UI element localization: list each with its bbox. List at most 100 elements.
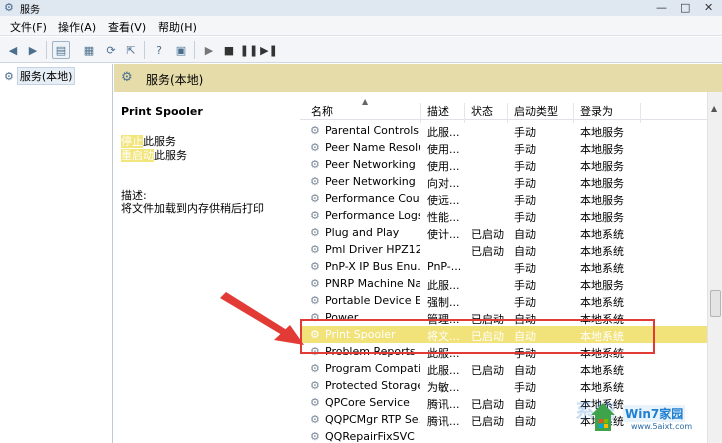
service-startup-type-cell: 自动 (514, 228, 536, 241)
service-startup-type-cell: 手动 (514, 381, 536, 394)
service-row[interactable]: ⚙ Problem Reports a... 此服... 手动 本地系统 (300, 343, 707, 360)
gear-icon: ⚙ (310, 158, 320, 171)
service-row[interactable]: ⚙ PNRP Machine Na... 此服... 手动 本地服务 (300, 275, 707, 292)
service-logon-cell: 本地服务 (580, 279, 624, 292)
forward-icon[interactable]: ▶ (24, 41, 42, 59)
column-header-status[interactable]: 状态 (471, 103, 493, 119)
service-row[interactable]: ⚙ Performance Logs... 性能... 手动 本地服务 (300, 207, 707, 224)
export-icon[interactable]: ⇱ (122, 41, 140, 59)
service-name-cell: Peer Networking I... (325, 175, 420, 188)
service-logon-cell: 本地系统 (580, 296, 624, 309)
show-tree-icon[interactable]: ▤ (52, 41, 70, 59)
service-description-cell: 为敏... (427, 381, 460, 394)
minimize-button[interactable]: — (656, 1, 667, 14)
maximize-button[interactable]: □ (680, 1, 690, 14)
close-button[interactable]: ✕ (704, 1, 713, 14)
service-startup-type-cell: 自动 (514, 313, 536, 326)
service-row[interactable]: ⚙ Pml Driver HPZ12 已启动 自动 本地系统 (300, 241, 707, 258)
service-logon-cell: 本地系统 (580, 330, 624, 343)
refresh-icon[interactable]: ⟳ (102, 41, 120, 59)
menu-view[interactable]: 查看(V) (108, 19, 146, 35)
service-logon-cell: 本地服务 (580, 160, 624, 173)
service-description-cell: 使计... (427, 228, 460, 241)
gear-icon: ⚙ (121, 70, 133, 85)
scrollbar-thumb[interactable] (710, 290, 721, 317)
service-startup-type-cell: 手动 (514, 143, 536, 156)
service-startup-type-cell: 手动 (514, 160, 536, 173)
service-startup-type-cell: 手动 (514, 177, 536, 190)
column-divider[interactable] (420, 103, 421, 123)
service-description-cell: 向对... (427, 177, 460, 190)
sort-ascending-icon: ▲ (362, 97, 369, 106)
service-description-cell: 将文... (427, 330, 460, 343)
tree-node-label: 服务(本地) (16, 67, 76, 85)
column-header-row: ▲ 名称 描述 状态 启动类型 登录为 (300, 97, 707, 123)
column-divider[interactable] (573, 103, 574, 123)
gear-icon: ⚙ (310, 226, 320, 239)
console-icon[interactable]: ▣ (172, 41, 190, 59)
pause-icon[interactable]: ❚❚ (240, 41, 258, 59)
watermark: 系统 Win7家园 www.5aixt.com (575, 397, 722, 443)
service-name-cell: Plug and Play (325, 226, 400, 239)
service-row[interactable]: ⚙ PnP-X IP Bus Enu... PnP-... 手动 本地系统 (300, 258, 707, 275)
menu-action[interactable]: 操作(A) (58, 19, 96, 35)
gear-icon: ⚙ (310, 141, 320, 154)
service-name-cell: Parental Controls (325, 124, 419, 137)
service-status-cell: 已启动 (471, 364, 504, 377)
back-icon[interactable]: ◀ (4, 41, 22, 59)
service-row[interactable]: ⚙ Peer Networking ... 使用... 手动 本地服务 (300, 156, 707, 173)
gear-icon: ⚙ (310, 396, 320, 409)
column-divider[interactable] (464, 103, 465, 123)
vertical-scrollbar[interactable]: ▲ (707, 92, 722, 443)
gear-icon: ⚙ (310, 260, 320, 273)
column-divider[interactable] (640, 103, 641, 123)
service-logon-cell: 本地服务 (580, 177, 624, 190)
restart-service-suffix: 此服务 (154, 149, 187, 162)
stop-icon[interactable]: ■ (220, 41, 238, 59)
house-logo-icon (591, 403, 615, 431)
tree-node-services-local[interactable]: ⚙ 服务(本地) (4, 67, 76, 85)
service-row[interactable]: ⚙ Peer Networking I... 向对... 手动 本地服务 (300, 173, 707, 190)
gear-icon: ⚙ (310, 345, 320, 358)
service-startup-type-cell: 自动 (514, 398, 536, 411)
window-title: 服务 (20, 5, 40, 16)
service-row[interactable]: ⚙ Power 管理... 已启动 自动 本地系统 (300, 309, 707, 326)
service-row[interactable]: ⚙ Peer Name Resolu... 使用... 手动 本地服务 (300, 139, 707, 156)
column-header-logon-as[interactable]: 登录为 (580, 103, 613, 119)
service-description-cell: 管理... (427, 313, 460, 326)
gear-icon: ⚙ (310, 277, 320, 290)
service-status-cell: 已启动 (471, 415, 504, 428)
menu-file[interactable]: 文件(F) (10, 19, 47, 35)
help-icon[interactable]: ? (150, 41, 168, 59)
play-icon[interactable]: ▶ (200, 41, 218, 59)
service-logon-cell: 本地系统 (580, 245, 624, 258)
column-header-startup-type[interactable]: 启动类型 (514, 103, 558, 119)
service-row[interactable]: ⚙ Portable Device E... 强制... 手动 本地系统 (300, 292, 707, 309)
column-divider[interactable] (507, 103, 508, 123)
service-row[interactable]: ⚙ Protected Storage 为敏... 手动 本地系统 (300, 377, 707, 394)
column-header-description[interactable]: 描述 (427, 103, 449, 119)
restart-icon[interactable]: ▶❚ (260, 41, 278, 59)
service-status-cell: 已启动 (471, 313, 504, 326)
menu-help[interactable]: 帮助(H) (158, 19, 197, 35)
scroll-up-icon[interactable]: ▲ (711, 104, 717, 113)
properties-icon[interactable]: ▦ (80, 41, 98, 59)
service-row[interactable]: ⚙ Program Compati... 此服... 已启动自动 本地系统 (300, 360, 707, 377)
service-logon-cell: 本地系统 (580, 347, 624, 360)
service-row[interactable]: ⚙ Print Spooler 将文... 已启动 自动 本地系统 (300, 326, 707, 343)
service-status-cell: 已启动 (471, 228, 504, 241)
service-name-cell: PNRP Machine Na... (325, 277, 420, 290)
gear-icon: ⚙ (310, 362, 320, 375)
service-row[interactable]: ⚙ Parental Controls 此服... 手动 本地服务 (300, 122, 707, 139)
service-name-cell: Performance Logs... (325, 209, 420, 222)
service-startup-type-cell: 手动 (514, 211, 536, 224)
column-header-name[interactable]: 名称 (311, 103, 333, 119)
restart-service-link[interactable]: 重启动 (121, 149, 154, 162)
pane-header: ⚙ 服务(本地) (114, 64, 722, 92)
service-row[interactable]: ⚙ Plug and Play 使计... 已启动 自动 本地系统 (300, 224, 707, 241)
service-row[interactable]: ⚙ Performance Cou... 使远... 手动 本地服务 (300, 190, 707, 207)
service-name-cell: Performance Cou... (325, 192, 420, 205)
service-startup-type-cell: 手动 (514, 347, 536, 360)
gear-icon: ⚙ (310, 175, 320, 188)
service-startup-type-cell: 手动 (514, 194, 536, 207)
